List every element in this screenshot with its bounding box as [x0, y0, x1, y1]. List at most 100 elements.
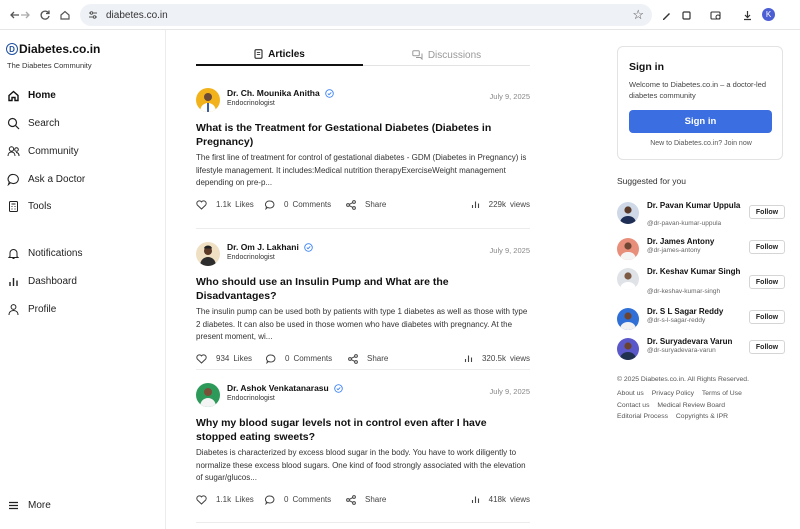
author-name[interactable]: Dr. Ashok Venkatanarasu	[227, 383, 343, 393]
join-now-link[interactable]: New to Diabetes.co.in? Join now	[618, 140, 784, 147]
user-avatar[interactable]	[617, 202, 639, 224]
bookmark-star-icon[interactable]: ☆	[632, 7, 644, 23]
browser-toolbar: diabetes.co.in ☆ K	[0, 0, 800, 30]
author-name[interactable]: Dr. Ch. Mounika Anitha	[227, 88, 334, 98]
user-avatar[interactable]	[617, 238, 639, 260]
nav-notifications[interactable]: Notifications	[6, 246, 82, 260]
signin-text: Welcome to Diabetes.co.in – a doctor-led…	[629, 80, 767, 100]
comment-button[interactable]: 0 Comments	[265, 199, 331, 210]
footer-link[interactable]: Terms of Use	[702, 390, 742, 397]
tab-articles[interactable]: Articles	[196, 44, 363, 66]
author-role: Endocrinologist	[227, 254, 275, 261]
tab-label: Articles	[268, 48, 305, 60]
share-icon	[346, 494, 356, 505]
nav-dashboard[interactable]: Dashboard	[6, 274, 77, 288]
like-count: 1.1k	[216, 200, 232, 209]
footer-link[interactable]: Editorial Process	[617, 413, 668, 420]
home-icon[interactable]	[54, 4, 76, 26]
nav-label: Dashboard	[28, 275, 77, 287]
pen-icon[interactable]	[656, 5, 676, 25]
nav-label: Community	[28, 145, 79, 157]
article-card[interactable]: Dr. Ashok Venkatanarasu Endocrinologist …	[196, 383, 530, 511]
address-bar[interactable]: diabetes.co.in ☆	[80, 4, 652, 26]
follow-button[interactable]: Follow	[749, 240, 785, 254]
user-name[interactable]: Dr. Keshav Kumar Singh	[647, 266, 741, 277]
follow-button[interactable]: Follow	[749, 275, 785, 289]
browser-profile-avatar[interactable]: K	[762, 8, 775, 21]
author-avatar[interactable]	[196, 383, 220, 407]
tab-label: Discussions	[427, 49, 482, 61]
like-button[interactable]: 1.1k Likes	[196, 199, 254, 210]
suggested-user[interactable]: Dr. James Antony @dr-james-antony Follow	[617, 236, 785, 266]
share-label: Share	[365, 200, 387, 209]
footer-link[interactable]: Contact us	[617, 402, 650, 409]
user-avatar[interactable]	[617, 338, 639, 360]
like-button[interactable]: 934 Likes	[196, 353, 252, 364]
share-button[interactable]: Share	[346, 494, 386, 505]
footer-link[interactable]: Privacy Policy	[652, 390, 694, 397]
like-count: 1.1k	[216, 495, 232, 504]
signin-title: Sign in	[629, 61, 664, 73]
suggested-user[interactable]: Dr. S L Sagar Reddy @dr-s-l-sagar-reddy …	[617, 306, 785, 336]
article-header: Dr. Ch. Mounika Anitha Endocrinologist J…	[196, 88, 530, 116]
author-name[interactable]: Dr. Om J. Lakhani	[227, 242, 313, 252]
user-handle: @dr-suryadevara-varun	[647, 347, 716, 354]
nav-tools[interactable]: Tools	[6, 199, 51, 213]
nav-ask-a-doctor[interactable]: Ask a Doctor	[6, 172, 85, 186]
user-handle: @dr-s-l-sagar-reddy	[647, 317, 706, 324]
right-sidebar: Sign in Welcome to Diabetes.co.in – a do…	[596, 30, 800, 529]
signin-button[interactable]: Sign in	[629, 110, 772, 133]
user-avatar[interactable]	[617, 268, 639, 290]
site-settings-icon[interactable]	[86, 8, 100, 22]
user-name[interactable]: Dr. Pavan Kumar Uppula	[647, 200, 741, 211]
author-name-text: Dr. Ch. Mounika Anitha	[227, 88, 320, 98]
follow-button[interactable]: Follow	[749, 310, 785, 324]
like-button[interactable]: 1.1k Likes	[196, 494, 254, 505]
comment-icon	[266, 353, 276, 364]
article-title[interactable]: Why my blood sugar levels not in control…	[196, 416, 530, 444]
follow-button[interactable]: Follow	[749, 340, 785, 354]
footer-link[interactable]: Medical Review Board	[657, 402, 725, 409]
like-label: Likes	[235, 495, 254, 504]
user-name[interactable]: Dr. S L Sagar Reddy	[647, 306, 741, 317]
divider	[196, 522, 530, 523]
author-avatar[interactable]	[196, 242, 220, 266]
reload-icon[interactable]	[34, 4, 56, 26]
download-icon[interactable]	[737, 5, 757, 25]
nav-community[interactable]: Community	[6, 144, 79, 158]
tab-search-icon[interactable]	[706, 5, 726, 25]
nav-profile[interactable]: Profile	[6, 302, 56, 316]
user-name[interactable]: Dr. Suryadevara Varun	[647, 336, 741, 347]
article-card[interactable]: Dr. Ch. Mounika Anitha Endocrinologist J…	[196, 88, 530, 216]
extensions-icon[interactable]	[676, 5, 696, 25]
footer-link[interactable]: About us	[617, 390, 644, 397]
nav-label: Search	[28, 117, 60, 129]
author-avatar[interactable]	[196, 88, 220, 112]
user-handle: @dr-pavan-kumar-uppula	[647, 220, 722, 227]
share-button[interactable]: Share	[346, 199, 387, 210]
tab-discussions[interactable]: Discussions	[363, 44, 530, 66]
suggested-user[interactable]: Dr. Pavan Kumar Uppula @dr-pavan-kumar-u…	[617, 200, 785, 230]
follow-button[interactable]: Follow	[749, 205, 785, 219]
article-title[interactable]: Who should use an Insulin Pump and What …	[196, 275, 530, 303]
nav-search[interactable]: Search	[6, 116, 60, 130]
comment-button[interactable]: 0 Comments	[266, 353, 332, 364]
forward-icon[interactable]	[14, 4, 36, 26]
article-title[interactable]: What is the Treatment for Gestational Di…	[196, 121, 530, 149]
post-date: July 9, 2025	[489, 92, 530, 101]
suggested-user[interactable]: Dr. Suryadevara Varun @dr-suryadevara-va…	[617, 336, 785, 366]
site-logo[interactable]: D Diabetes.co.in	[6, 42, 100, 56]
article-card[interactable]: Dr. Om J. Lakhani Endocrinologist July 9…	[196, 242, 530, 370]
nav-more[interactable]: More	[6, 498, 51, 512]
heart-icon	[196, 494, 207, 505]
user-name[interactable]: Dr. James Antony	[647, 236, 741, 247]
suggested-user[interactable]: Dr. Keshav Kumar Singh @dr-keshav-kumar-…	[617, 266, 785, 296]
views-label: views	[509, 199, 530, 209]
user-avatar[interactable]	[617, 308, 639, 330]
comment-count: 0	[284, 495, 289, 504]
footer-link[interactable]: Copyrights & IPR	[676, 413, 728, 420]
share-button[interactable]: Share	[348, 353, 388, 364]
comment-button[interactable]: 0 Comments	[265, 494, 331, 505]
article-header: Dr. Ashok Venkatanarasu Endocrinologist …	[196, 383, 530, 411]
nav-home[interactable]: Home	[6, 88, 56, 102]
